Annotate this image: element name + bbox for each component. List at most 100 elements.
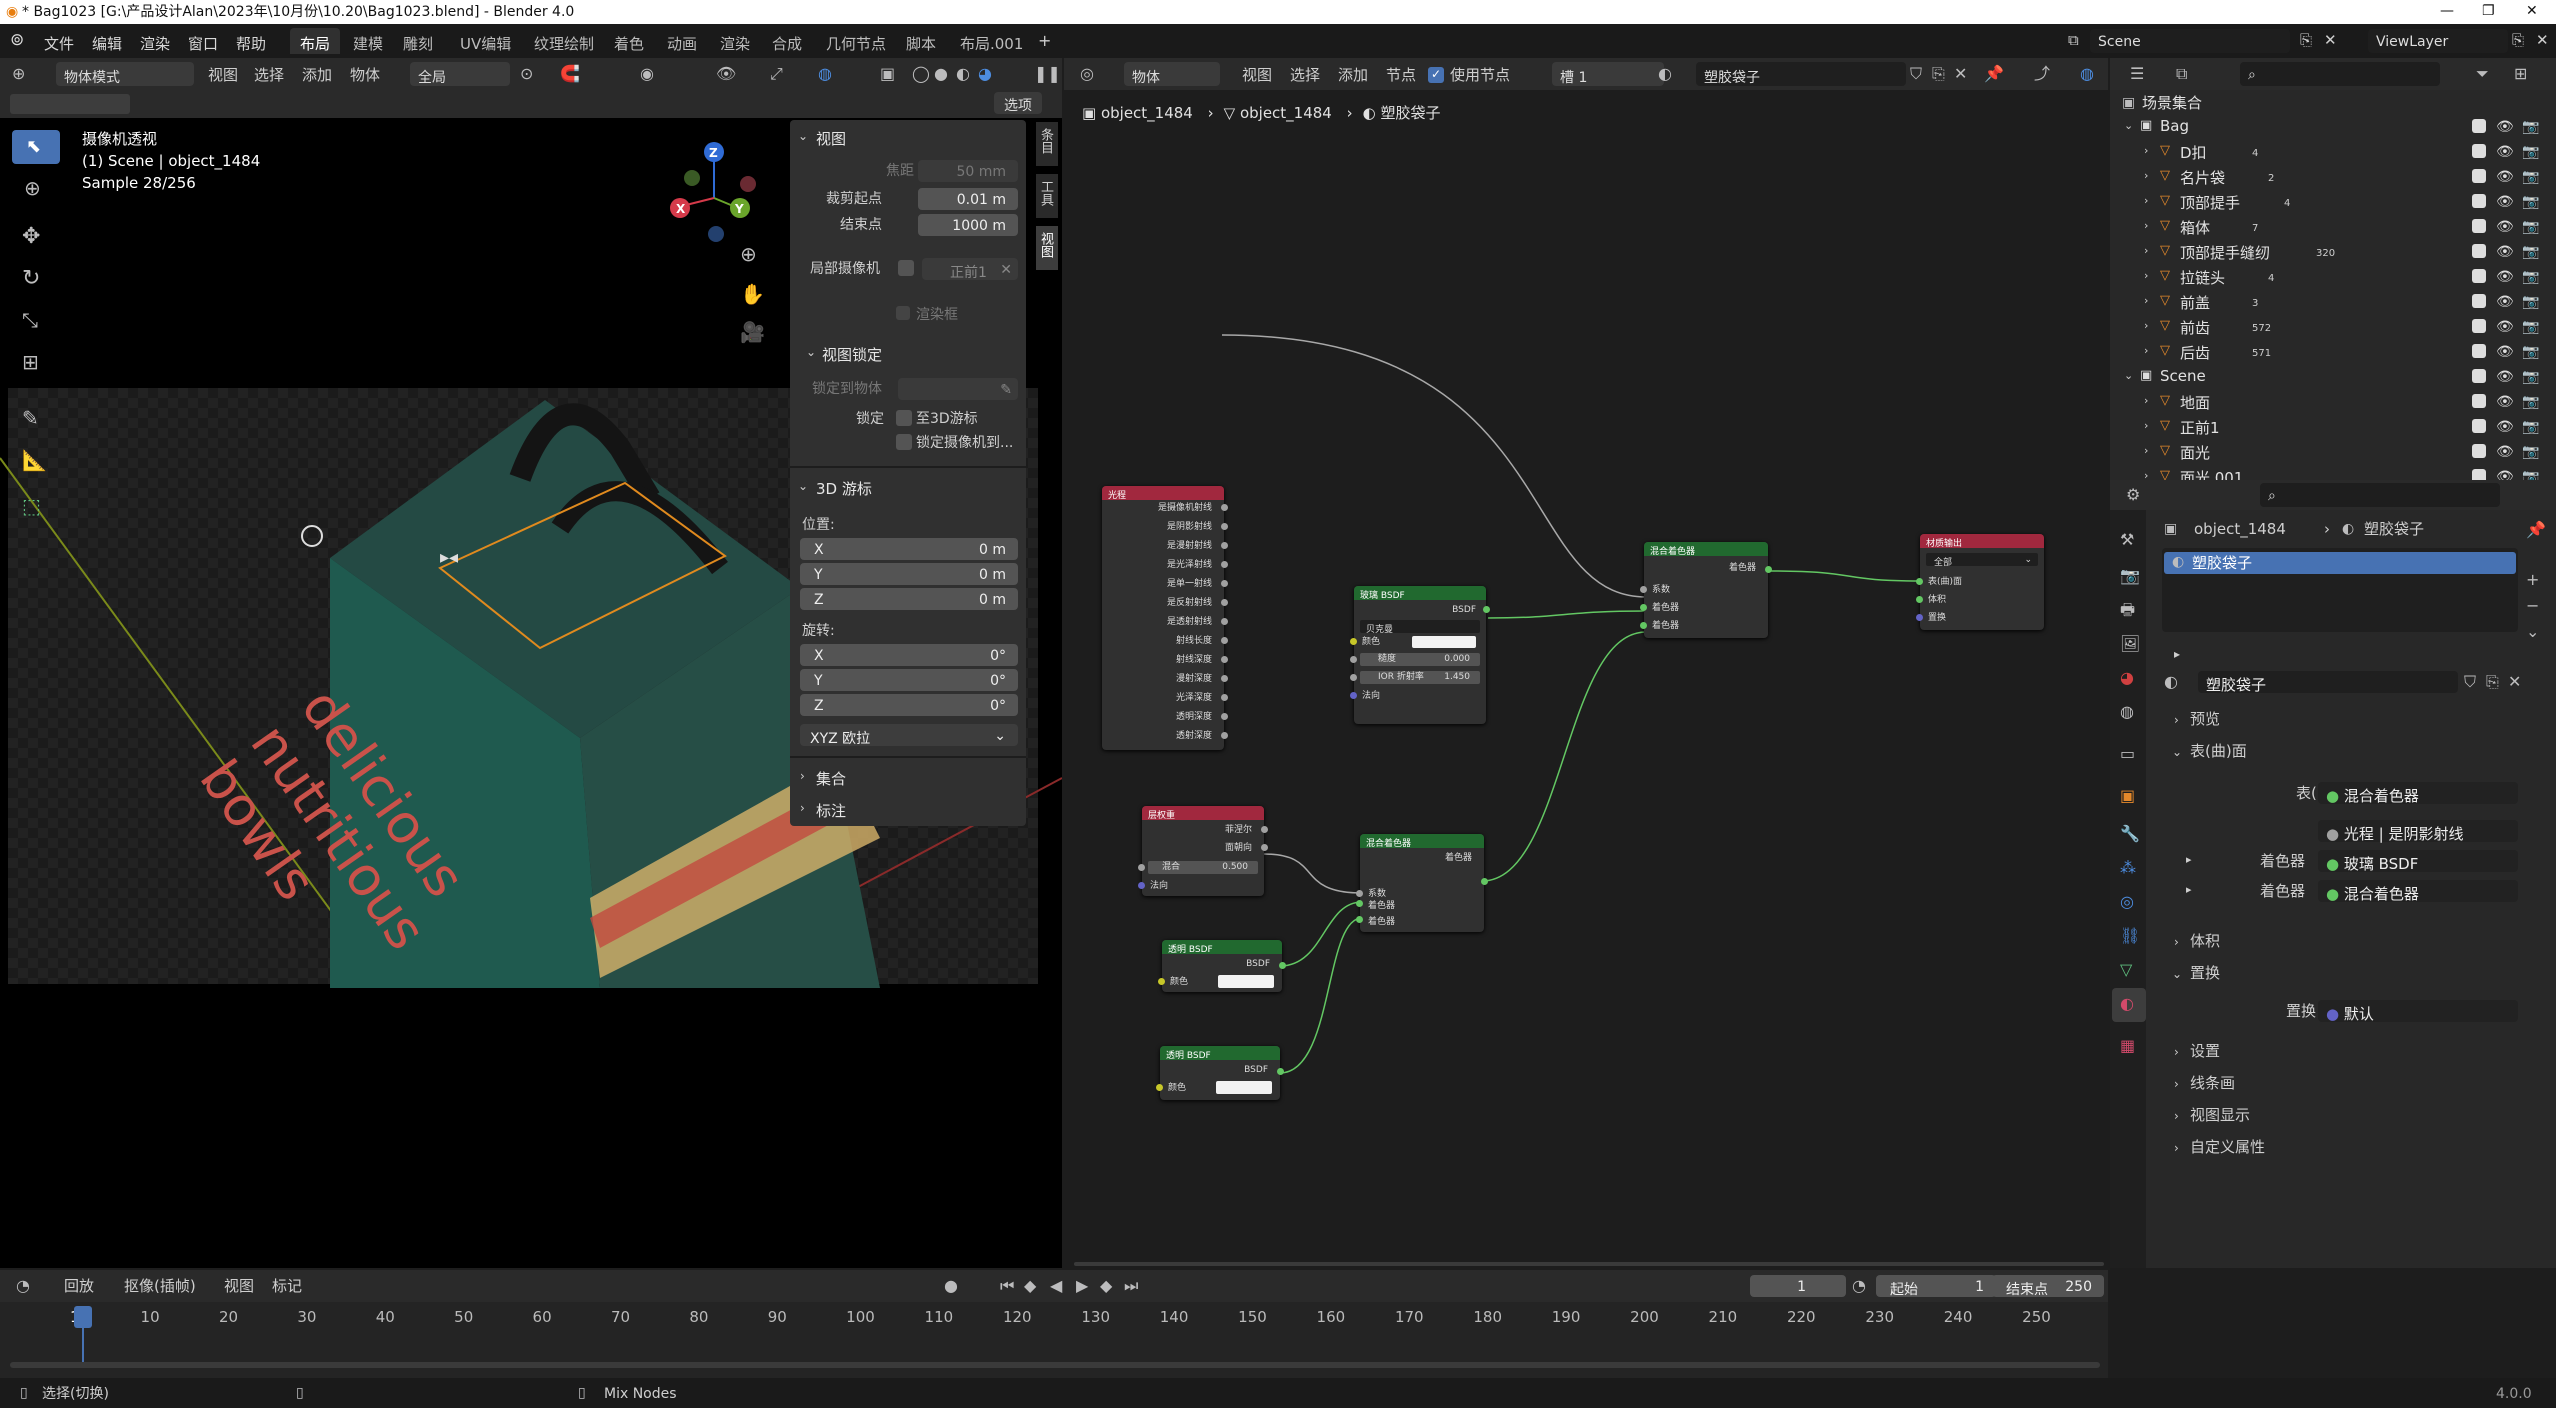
node-transparent-bsdf-2[interactable]: 透明 BSDF BSDF 颜色 — [1156, 1046, 1284, 1100]
render-camera-icon[interactable]: 📷 — [2522, 319, 2539, 335]
glass-normal-socket[interactable] — [1350, 692, 1357, 699]
mix2-shader-a-socket[interactable] — [1356, 900, 1363, 907]
object-tab-icon[interactable]: ▣ — [2120, 788, 2135, 804]
end-frame-field[interactable]: 结束点 250 — [1992, 1275, 2104, 1298]
properties-search[interactable]: ⌕ — [2260, 483, 2500, 507]
outliner-expand-icon[interactable]: › — [2144, 170, 2148, 181]
light-path-output-socket[interactable] — [1221, 523, 1228, 530]
jump-start-icon[interactable]: ⏮ — [1000, 1278, 1014, 1294]
glass-ior-field[interactable]: IOR 折射率 1.450 — [1360, 671, 1480, 684]
viewport-menu-object[interactable]: 物体 — [350, 68, 380, 83]
new-scene-icon[interactable]: ⎘ — [2300, 33, 2312, 48]
play-icon[interactable]: ▶ — [1076, 1278, 1088, 1294]
outliner-expand-icon[interactable]: › — [2144, 270, 2148, 281]
sidebar-tab-tool[interactable]: 工具 — [1036, 174, 1058, 218]
tab-compositing[interactable]: 合成 — [762, 28, 812, 54]
visibility-eye-icon[interactable]: 👁 — [2496, 119, 2514, 135]
cursor-rot-y[interactable]: Y 0° — [800, 669, 1018, 691]
lw-blend-field[interactable]: 混合 0.500 — [1148, 861, 1258, 874]
pan-hand-icon[interactable]: ✋ — [740, 284, 765, 304]
menu-render[interactable]: 渲染 — [140, 33, 170, 54]
exclude-checkbox[interactable] — [2472, 394, 2486, 408]
outliner-expand-icon[interactable]: › — [2144, 345, 2148, 356]
move-tool-icon[interactable]: ✥ — [22, 226, 40, 248]
sidebar-tab-item[interactable]: 条目 — [1036, 122, 1058, 166]
outliner-expand-icon[interactable]: › — [2144, 395, 2148, 406]
outliner-item[interactable]: 正前1 — [2180, 417, 2220, 437]
jump-keyframe-back-icon[interactable]: ◆ — [1024, 1278, 1036, 1294]
visibility-icon[interactable]: 👁 — [716, 66, 736, 82]
outliner-expand-icon[interactable]: ⌄ — [2124, 370, 2133, 381]
node-menu-node[interactable]: 节点 — [1386, 68, 1416, 83]
glass-output-socket[interactable] — [1483, 606, 1490, 613]
outliner-item[interactable]: 顶部提手 — [2180, 192, 2240, 212]
outliner-root[interactable]: 场景集合 — [2142, 92, 2202, 112]
viewport-menu-add[interactable]: 添加 — [302, 68, 332, 83]
jump-end-icon[interactable]: ⏭ — [1124, 1278, 1138, 1294]
render-camera-icon[interactable]: 📷 — [2522, 119, 2539, 135]
outliner-expand-icon[interactable]: › — [2144, 295, 2148, 306]
transform-orientation-selector[interactable]: 全局 — [410, 62, 510, 86]
menu-window[interactable]: 窗口 — [188, 33, 218, 54]
node-editor-hscrollbar[interactable] — [1074, 1262, 2104, 1266]
outliner-expand-icon[interactable]: › — [2144, 320, 2148, 331]
exclude-checkbox[interactable] — [2472, 319, 2486, 333]
timeline-menu-keying[interactable]: 抠像(插帧) — [124, 1279, 196, 1294]
menu-edit[interactable]: 编辑 — [92, 33, 122, 54]
playhead-indicator[interactable] — [74, 1306, 92, 1328]
outliner-item[interactable]: Bag — [2160, 117, 2189, 135]
surface-panel[interactable]: 表(曲)面 — [2190, 744, 2247, 759]
lock-camera-checkbox[interactable] — [896, 434, 912, 450]
surface-shader-field[interactable]: ● 混合着色器 — [2318, 782, 2518, 805]
outliner-item[interactable]: 面光 — [2180, 442, 2210, 462]
shading-material-icon[interactable]: ◐ — [956, 66, 970, 82]
light-path-output-socket[interactable] — [1221, 732, 1228, 739]
light-path-output-socket[interactable] — [1221, 694, 1228, 701]
visibility-eye-icon[interactable]: 👁 — [2496, 319, 2514, 335]
fake-user-icon[interactable]: ⛉ — [1910, 66, 1922, 82]
annotate-tool-icon[interactable]: ✎ — [22, 408, 39, 428]
material-browse-icon[interactable]: ◐ — [2164, 674, 2178, 690]
annotations-header[interactable]: 标注 — [816, 800, 846, 821]
glass-roughness-socket[interactable] — [1350, 656, 1357, 663]
transp1-color-socket[interactable] — [1158, 978, 1165, 985]
select-tool-button[interactable]: ⬉ — [12, 130, 60, 164]
proportional-edit-icon[interactable]: ◉ — [640, 66, 654, 82]
node-mix-shader-2[interactable]: 混合着色器 着色器 系数 着色器 着色器 — [1356, 834, 1488, 932]
duplicate-material-icon[interactable]: ⎘ — [1932, 66, 1945, 82]
add-cube-tool-icon[interactable]: ⬚ — [22, 496, 41, 516]
overlay-icon[interactable]: ◍ — [818, 66, 832, 82]
view-layer-tab-icon[interactable]: 🖼 — [2120, 636, 2140, 652]
exclude-checkbox[interactable] — [2472, 369, 2486, 383]
unlink-material-icon[interactable]: ✕ — [1954, 66, 1967, 82]
node-overlay-icon[interactable]: ◍ — [2080, 66, 2094, 82]
current-frame-field[interactable]: 1 — [1750, 1275, 1846, 1297]
cursor-rot-z[interactable]: Z 0° — [800, 694, 1018, 716]
collapse-icon[interactable]: ⌄ — [798, 130, 808, 142]
shading-rendered-icon[interactable]: ◕ — [978, 66, 992, 82]
add-slot-icon[interactable]: + — [2526, 572, 2539, 588]
tab-sculpting[interactable]: 雕刻 — [393, 28, 443, 54]
render-camera-icon[interactable]: 📷 — [2522, 444, 2539, 460]
lw-blend-socket[interactable] — [1138, 864, 1145, 871]
outliner-item[interactable]: 后齿 — [2180, 342, 2210, 362]
lw-fresnel-socket[interactable] — [1261, 826, 1268, 833]
cursor-tool-icon[interactable]: ⊕ — [24, 178, 41, 198]
light-path-output-socket[interactable] — [1221, 656, 1228, 663]
visibility-eye-icon[interactable]: 👁 — [2496, 394, 2514, 410]
timeline-editor-icon[interactable]: ◔ — [16, 1278, 30, 1294]
node-layer-weight[interactable]: 层权重 菲涅尔 面朝向 混合 0.500 法向 — [1138, 806, 1268, 896]
preview-range-icon[interactable]: ◔ — [1852, 1278, 1866, 1294]
material-tab[interactable]: ◐ — [2112, 988, 2146, 1022]
light-path-output-socket[interactable] — [1221, 580, 1228, 587]
tab-modeling[interactable]: 建模 — [343, 28, 393, 54]
editor-type-icon[interactable]: ⊕ — [12, 66, 25, 82]
rotation-mode-select[interactable]: XYZ 欧拉 ⌄ — [800, 724, 1018, 747]
outliner-item[interactable]: Scene — [2160, 367, 2206, 385]
node-mix-shader-1[interactable]: 混合着色器 着色器 系数 着色器 着色器 — [1640, 542, 1772, 638]
jump-keyframe-forward-icon[interactable]: ◆ — [1100, 1278, 1112, 1294]
timeline-menu-playback[interactable]: 回放 — [64, 1279, 94, 1294]
play-reverse-icon[interactable]: ◀ — [1050, 1278, 1062, 1294]
material-slot-list[interactable]: ◐ 塑胶袋子 — [2162, 548, 2518, 632]
custom-properties-panel[interactable]: 自定义属性 — [2190, 1140, 2265, 1155]
